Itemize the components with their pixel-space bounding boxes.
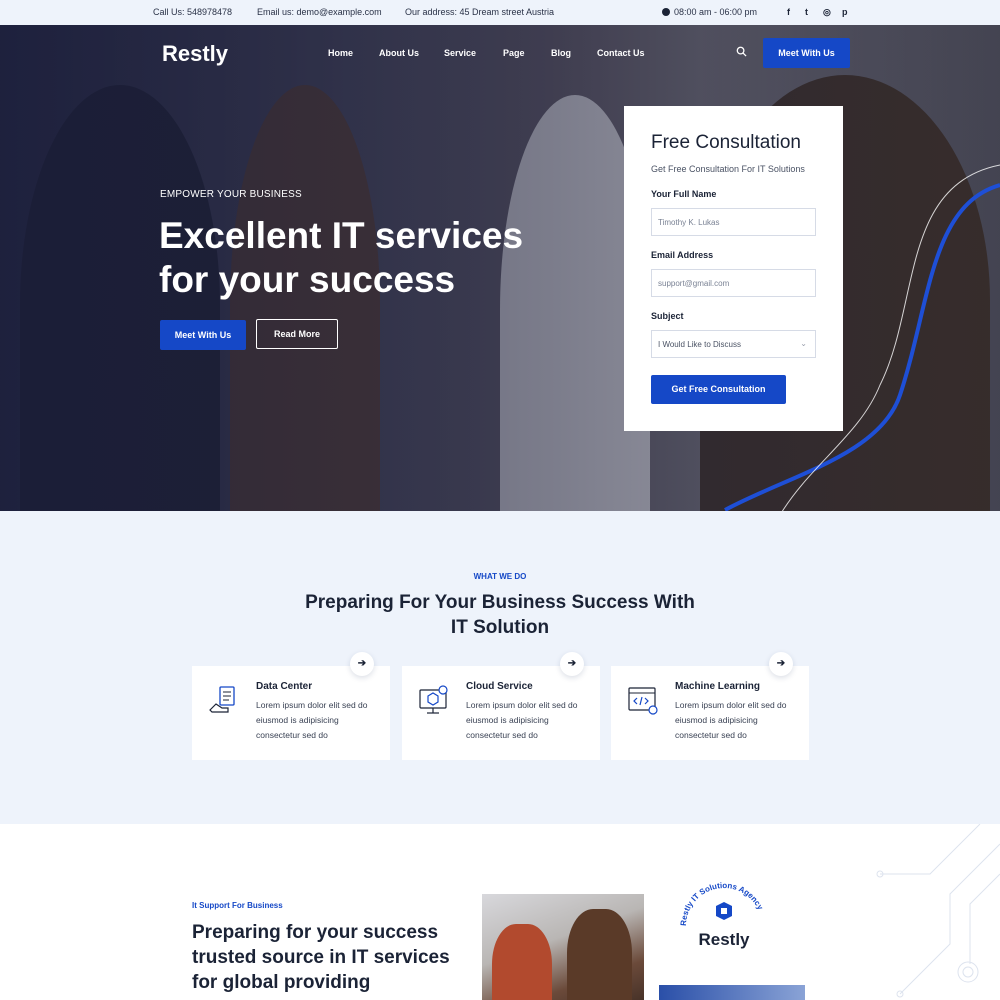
agency-badge: Restly IT Solutions Agency Restly bbox=[672, 881, 776, 954]
support-title: Preparing for your success trusted sourc… bbox=[192, 922, 450, 993]
hero-kicker: EMPOWER YOUR BUSINESS bbox=[160, 189, 302, 200]
hero-meet-button[interactable]: Meet With Us bbox=[160, 320, 246, 350]
nav-contact-us[interactable]: Contact Us bbox=[597, 48, 645, 58]
cloud-service-icon bbox=[419, 685, 448, 714]
name-label: Your Full Name bbox=[651, 189, 717, 199]
badge-name: Restly bbox=[698, 930, 750, 949]
nav-page[interactable]: Page bbox=[503, 48, 525, 58]
nav-service[interactable]: Service bbox=[444, 48, 476, 58]
service-title: Machine Learning bbox=[675, 681, 761, 692]
service-title: Cloud Service bbox=[466, 681, 533, 692]
service-title: Data Center bbox=[256, 681, 313, 692]
twitter-icon[interactable]: t bbox=[805, 7, 808, 17]
name-field[interactable]: Timothy K. Lukas bbox=[651, 208, 816, 236]
email-label: Email Address bbox=[651, 250, 714, 260]
service-card-machine-learning[interactable]: ➔ Machine Learning Lorem ipsum dolor eli… bbox=[611, 652, 809, 760]
hours-info: 08:00 am - 06:00 pm bbox=[662, 7, 757, 17]
nav-about-us[interactable]: About Us bbox=[379, 48, 419, 58]
what-we-do-section: WHAT WE DO Preparing For Your Business S… bbox=[0, 511, 1000, 824]
read-more-button[interactable]: Read More bbox=[256, 319, 338, 349]
form-subtitle: Get Free Consultation For IT Solutions bbox=[651, 164, 805, 174]
nav-home[interactable]: Home bbox=[328, 48, 353, 58]
form-title: Free Consultation bbox=[651, 132, 801, 153]
arrow-right-icon[interactable]: ➔ bbox=[560, 652, 584, 676]
service-card-cloud-service[interactable]: ➔ Cloud Service Lorem ipsum dolor elit s… bbox=[402, 652, 600, 760]
facebook-icon[interactable]: f bbox=[787, 7, 790, 17]
header-meet-button[interactable]: Meet With Us bbox=[763, 38, 850, 68]
chevron-down-icon: ⌄ bbox=[800, 339, 807, 348]
site-logo[interactable]: Restly bbox=[162, 41, 228, 67]
subject-select[interactable]: I Would Like to Discuss ⌄ bbox=[651, 330, 816, 358]
team-photo bbox=[482, 894, 644, 1000]
data-center-icon bbox=[209, 686, 235, 713]
subject-value: I Would Like to Discuss bbox=[658, 340, 741, 349]
get-consultation-button[interactable]: Get Free Consultation bbox=[651, 375, 786, 404]
pinterest-icon[interactable]: p bbox=[842, 7, 848, 17]
search-icon[interactable] bbox=[736, 46, 747, 57]
section-title: Preparing For Your Business Success With… bbox=[305, 592, 695, 638]
circuit-decoration bbox=[876, 824, 1000, 998]
badge-ring: Restly IT Solutions Agency bbox=[679, 881, 765, 926]
phone-info[interactable]: Call Us: 548978478 bbox=[153, 7, 232, 17]
email-field[interactable]: support@gmail.com bbox=[651, 269, 816, 297]
support-kicker: It Support For Business bbox=[192, 901, 283, 910]
clock-icon bbox=[662, 8, 670, 16]
hero-section: Restly Home About Us Service Page Blog C… bbox=[0, 25, 1000, 511]
subject-label: Subject bbox=[651, 311, 684, 321]
consultation-form: Free Consultation Get Free Consultation … bbox=[624, 106, 843, 431]
address-info: Our address: 45 Dream street Austria bbox=[405, 7, 555, 17]
instagram-icon[interactable]: ◎ bbox=[823, 7, 831, 18]
email-info[interactable]: Email us: demo@example.com bbox=[257, 7, 382, 17]
it-support-section: It Support For Business Preparing for yo… bbox=[0, 824, 1000, 1000]
service-text: Lorem ipsum dolor elit sed do eiusmod is… bbox=[675, 700, 787, 740]
section-kicker: WHAT WE DO bbox=[473, 572, 527, 581]
service-card-data-center[interactable]: ➔ Data Center Lorem ipsum dolor elit sed… bbox=[192, 652, 390, 760]
office-photo bbox=[659, 985, 805, 1000]
hero-title: Excellent IT services for your success bbox=[159, 215, 524, 300]
top-info-bar: Call Us: 548978478 Email us: demo@exampl… bbox=[0, 0, 1000, 25]
machine-learning-icon bbox=[628, 687, 658, 715]
arrow-right-icon[interactable]: ➔ bbox=[350, 652, 374, 676]
nav-blog[interactable]: Blog bbox=[551, 48, 571, 58]
service-text: Lorem ipsum dolor elit sed do eiusmod is… bbox=[466, 700, 578, 740]
arrow-right-icon[interactable]: ➔ bbox=[769, 652, 793, 676]
service-text: Lorem ipsum dolor elit sed do eiusmod is… bbox=[256, 700, 368, 740]
